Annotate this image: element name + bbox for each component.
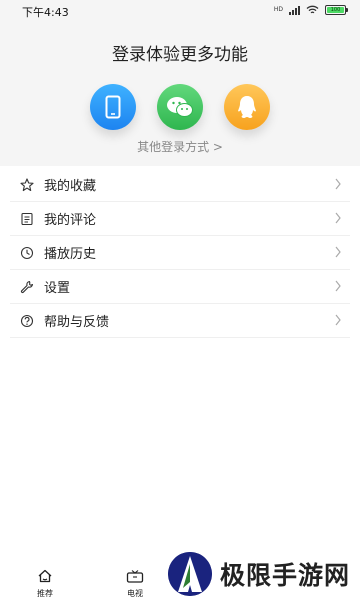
menu-item-settings[interactable]: 设置 <box>10 270 350 304</box>
chevron-right-icon <box>335 246 341 258</box>
chevron-right-icon <box>335 314 341 326</box>
menu-item-history[interactable]: 播放历史 <box>10 236 350 270</box>
phone-icon <box>105 95 121 119</box>
signal-icon <box>289 5 300 15</box>
menu-item-label: 帮助与反馈 <box>44 315 110 330</box>
nav-item-tv[interactable]: 电视 <box>115 568 155 599</box>
menu-item-label: 设置 <box>44 281 71 296</box>
battery-level: 100 <box>327 7 344 13</box>
chevron-right-icon <box>335 178 341 190</box>
network-type-label: HD <box>273 6 283 13</box>
status-bar: 下午4:43 HD 100 <box>0 0 360 22</box>
menu-item-label: 播放历史 <box>44 247 97 262</box>
clock-icon <box>20 246 34 260</box>
chevron-right-icon <box>335 280 341 292</box>
comment-icon <box>20 212 34 226</box>
wechat-login-button[interactable] <box>157 84 203 130</box>
qq-icon <box>238 96 256 118</box>
home-icon <box>38 569 52 583</box>
menu-item-comments[interactable]: 我的评论 <box>10 202 350 236</box>
watermark-logo-icon <box>168 552 212 596</box>
menu-item-label: 我的收藏 <box>44 179 97 194</box>
menu-list: 我的收藏 我的评论 播放历史 设置 帮助与反馈 <box>0 168 360 338</box>
wechat-icon <box>167 97 193 117</box>
tv-icon <box>126 570 144 583</box>
battery-icon: 100 <box>325 5 348 15</box>
menu-item-help[interactable]: 帮助与反馈 <box>10 304 350 338</box>
watermark-text: 极限手游网 <box>220 561 351 590</box>
nav-label: 推荐 <box>37 589 53 598</box>
menu-item-label: 我的评论 <box>44 213 97 228</box>
wrench-icon <box>20 280 34 294</box>
wifi-icon <box>306 5 319 14</box>
chevron-right-icon <box>335 212 341 224</box>
status-time: 下午4:43 <box>22 6 69 19</box>
menu-item-favorites[interactable]: 我的收藏 <box>10 168 350 202</box>
qq-login-button[interactable] <box>224 84 270 130</box>
phone-login-button[interactable] <box>90 84 136 130</box>
nav-item-recommend[interactable]: 推荐 <box>25 568 65 599</box>
star-icon <box>20 177 34 192</box>
nav-label: 电视 <box>127 589 143 598</box>
login-title: 登录体验更多功能 <box>112 45 248 65</box>
login-section: 登录体验更多功能 其他登录方式 > <box>0 22 360 166</box>
other-login-methods-link[interactable]: 其他登录方式 > <box>0 138 360 155</box>
status-icons: HD 100 <box>273 5 348 15</box>
help-icon <box>20 314 34 328</box>
watermark: 极限手游网 <box>168 548 360 600</box>
